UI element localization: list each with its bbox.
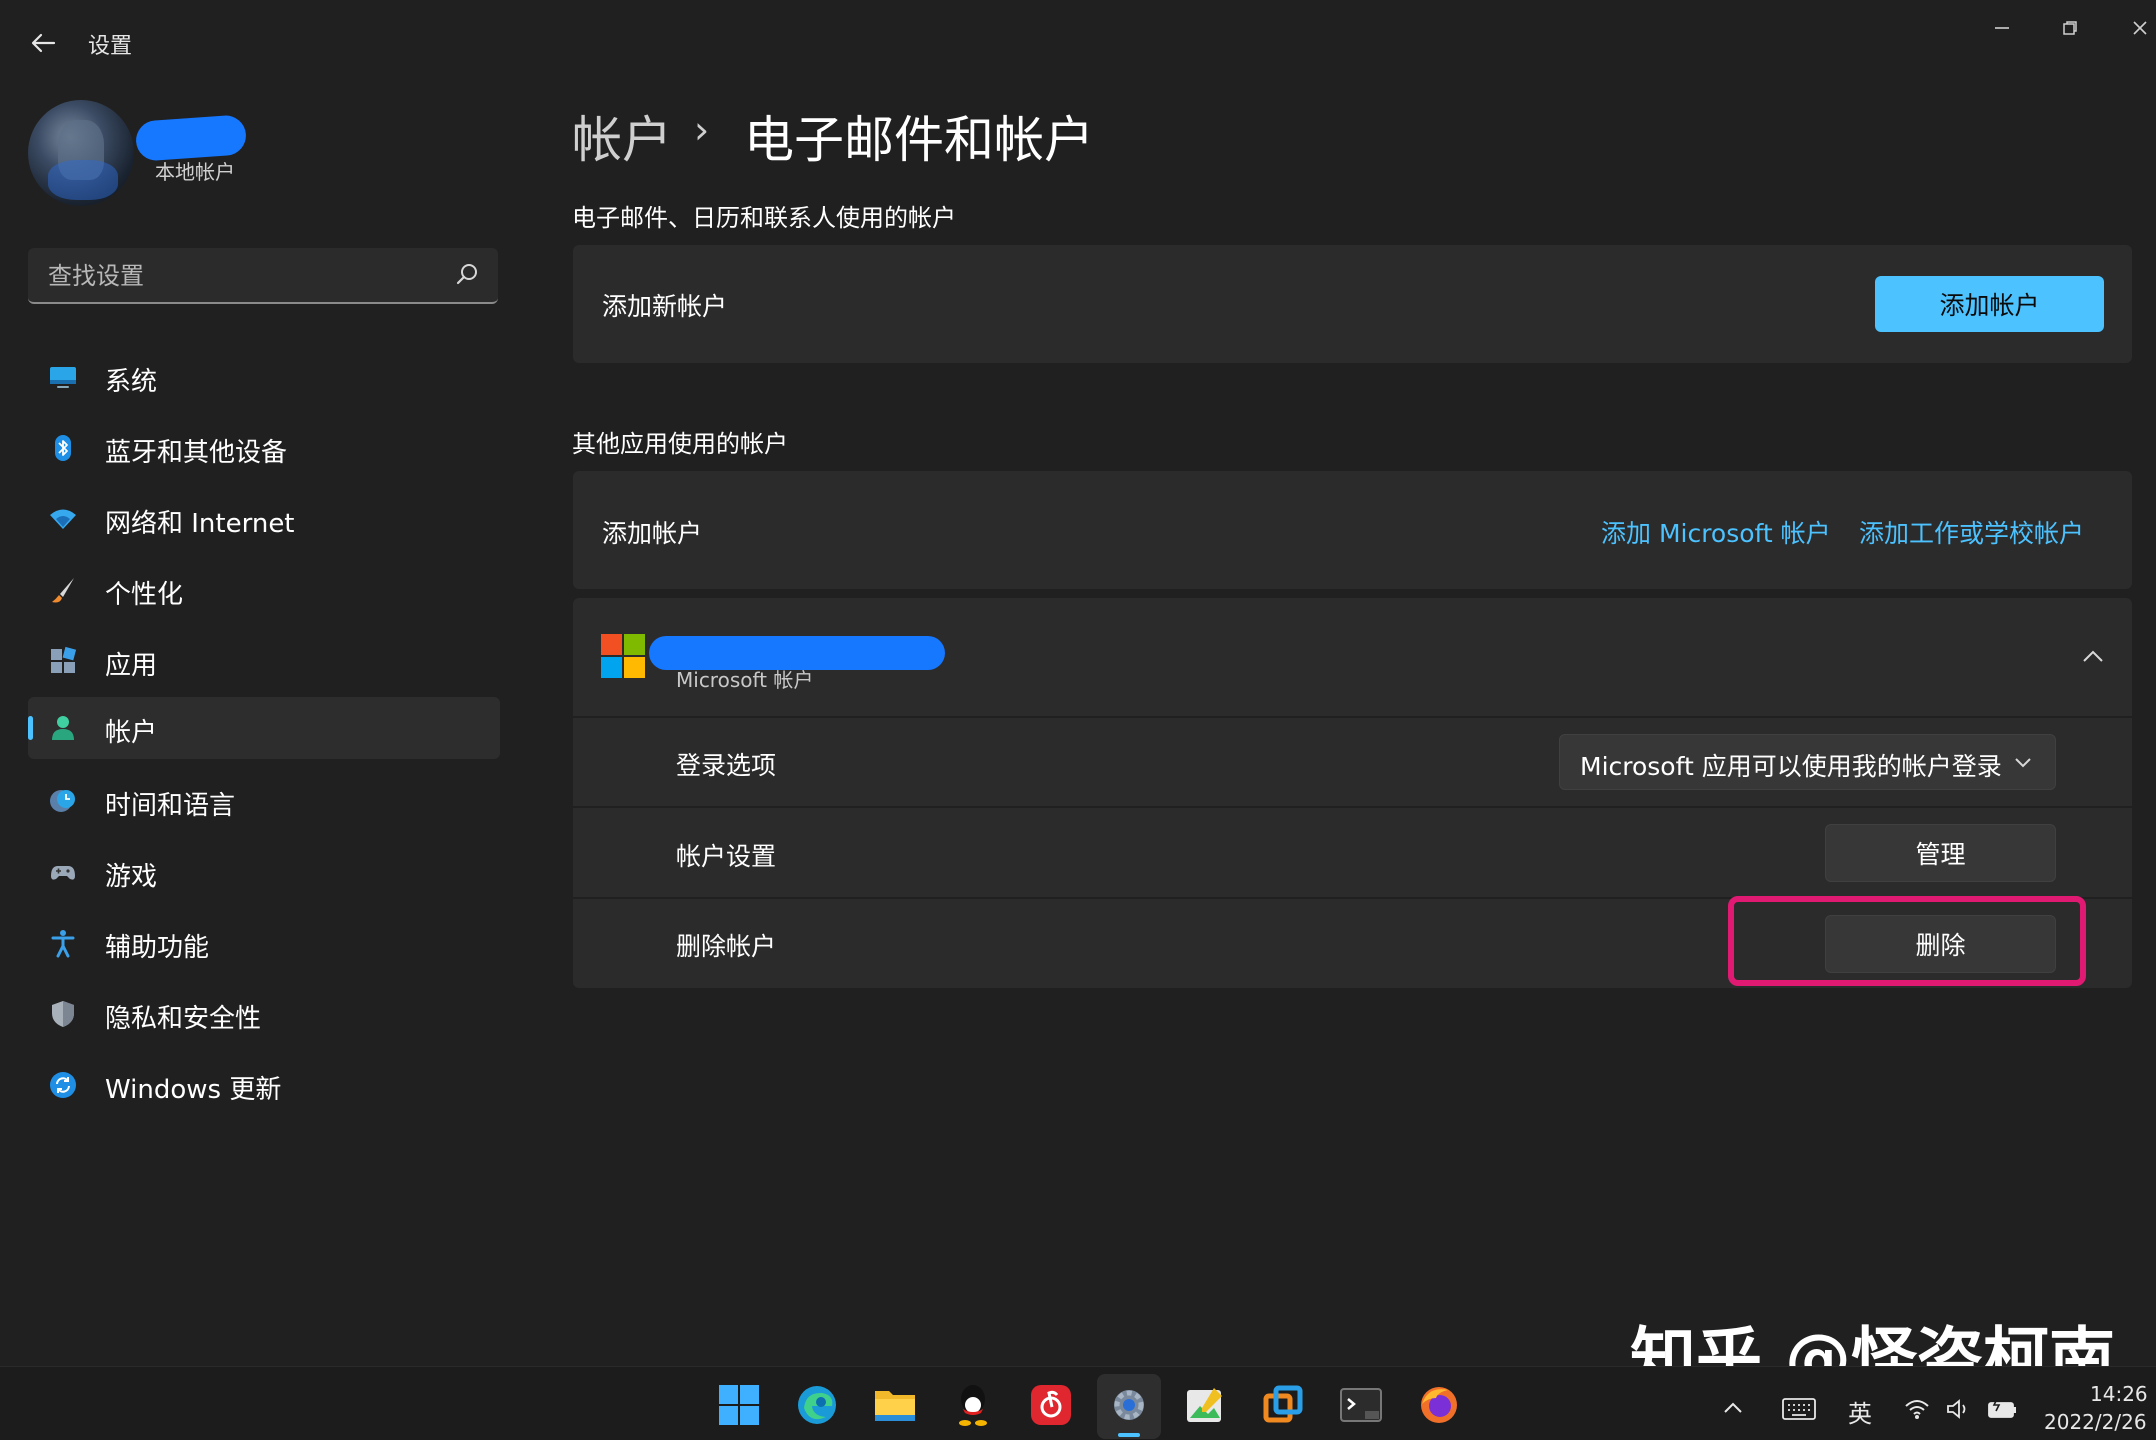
photos-icon[interactable] bbox=[1182, 1382, 1228, 1428]
divider bbox=[573, 716, 2132, 718]
active-indicator bbox=[28, 716, 33, 740]
sidebar-item-label: 帐户 bbox=[105, 718, 158, 748]
add-new-account-label: 添加新帐户 bbox=[602, 292, 728, 321]
sidebar-item-accessibility[interactable]: 辅助功能 bbox=[28, 912, 500, 974]
section-heading-email: 电子邮件、日历和联系人使用的帐户 bbox=[572, 204, 956, 232]
restore-icon[interactable] bbox=[2046, 8, 2094, 48]
settings-icon[interactable] bbox=[1106, 1382, 1152, 1428]
sidebar-item-network[interactable]: 网络和 Internet bbox=[28, 488, 500, 550]
taskbar bbox=[0, 1366, 2156, 1440]
chevron-up-icon[interactable] bbox=[2081, 648, 2105, 664]
sidebar-item-label: 隐私和安全性 bbox=[105, 1004, 262, 1034]
avatar[interactable] bbox=[28, 100, 134, 206]
windows-update-icon bbox=[50, 1072, 76, 1098]
sidebar-item-time-language[interactable]: 时间和语言 bbox=[28, 770, 500, 832]
bluetooth-icon bbox=[55, 435, 71, 461]
sidebar-item-bluetooth[interactable]: 蓝牙和其他设备 bbox=[28, 417, 500, 479]
accessibility-icon bbox=[51, 930, 75, 958]
window-title: 设置 bbox=[88, 34, 133, 59]
vmware-icon[interactable] bbox=[1260, 1382, 1306, 1428]
gamepad-icon bbox=[51, 866, 75, 880]
system-icon bbox=[50, 367, 76, 388]
wifi-icon[interactable] bbox=[1904, 1398, 1930, 1420]
sidebar-item-label: 应用 bbox=[105, 651, 158, 681]
signin-options-value: Microsoft 应用可以使用我的帐户登录 bbox=[1580, 752, 2002, 781]
account-type: 本地帐户 bbox=[155, 160, 235, 184]
taskbar-active-indicator bbox=[1118, 1433, 1140, 1437]
sidebar-item-accounts[interactable]: 帐户 bbox=[28, 697, 500, 759]
breadcrumb-parent[interactable]: 帐户 bbox=[572, 100, 672, 172]
search-input[interactable] bbox=[46, 248, 450, 304]
highlight-box bbox=[1728, 896, 2086, 986]
network-icon bbox=[50, 509, 76, 529]
signin-options-label: 登录选项 bbox=[676, 751, 777, 780]
sidebar-item-label: 个性化 bbox=[105, 580, 184, 610]
add-microsoft-account-link[interactable]: 添加 Microsoft 帐户 bbox=[1601, 514, 1831, 550]
brush-icon bbox=[52, 578, 74, 603]
sidebar-item-label: 游戏 bbox=[105, 862, 158, 892]
account-settings-label: 帐户设置 bbox=[676, 842, 777, 871]
add-new-account-card: 添加新帐户 添加帐户 bbox=[573, 245, 2132, 363]
qq-icon[interactable] bbox=[950, 1382, 996, 1428]
sidebar-item-system[interactable]: 系统 bbox=[28, 346, 500, 408]
battery-icon[interactable] bbox=[1988, 1398, 2018, 1420]
netease-music-icon[interactable] bbox=[1028, 1382, 1074, 1428]
add-account-label: 添加帐户 bbox=[602, 519, 703, 548]
sidebar-item-apps[interactable]: 应用 bbox=[28, 630, 500, 692]
sidebar-item-label: 系统 bbox=[105, 367, 158, 397]
signin-options-dropdown[interactable]: Microsoft 应用可以使用我的帐户登录 bbox=[1559, 734, 2056, 790]
chevron-up-icon[interactable] bbox=[1722, 1400, 1744, 1416]
sidebar-item-personalization[interactable]: 个性化 bbox=[28, 559, 500, 621]
sidebar-item-label: 辅助功能 bbox=[105, 933, 210, 963]
remove-account-label: 删除帐户 bbox=[676, 932, 777, 961]
apps-icon bbox=[51, 646, 77, 673]
file-explorer-icon[interactable] bbox=[872, 1382, 918, 1428]
back-arrow-icon[interactable] bbox=[28, 28, 58, 58]
breadcrumb-separator: › bbox=[694, 108, 710, 152]
sidebar-item-label: 网络和 Internet bbox=[105, 509, 295, 539]
sidebar-item-gaming[interactable]: 游戏 bbox=[28, 841, 500, 903]
clock-date[interactable]: 2022/2/26 bbox=[2044, 1410, 2147, 1434]
firefox-icon[interactable] bbox=[1416, 1382, 1462, 1428]
add-account-button[interactable]: 添加帐户 bbox=[1875, 276, 2104, 332]
search-icon[interactable] bbox=[454, 262, 480, 288]
sidebar-item-label: 蓝牙和其他设备 bbox=[105, 438, 288, 468]
edge-icon[interactable] bbox=[794, 1382, 840, 1428]
search-box[interactable] bbox=[28, 248, 498, 304]
sidebar-item-windows-update[interactable]: Windows 更新 bbox=[28, 1054, 500, 1116]
time-language-icon bbox=[50, 790, 75, 812]
volume-icon[interactable] bbox=[1946, 1398, 1972, 1420]
clock-time[interactable]: 14:26 bbox=[2090, 1382, 2148, 1406]
sidebar-item-label: 时间和语言 bbox=[105, 791, 236, 821]
add-account-card: 添加帐户 添加 Microsoft 帐户 添加工作或学校帐户 bbox=[573, 471, 2132, 589]
shield-icon bbox=[52, 1001, 74, 1027]
microsoft-logo-icon bbox=[601, 634, 645, 678]
ime-indicator[interactable]: 英 bbox=[1848, 1394, 1872, 1429]
add-work-school-account-link[interactable]: 添加工作或学校帐户 bbox=[1859, 514, 2084, 550]
redaction-mark bbox=[134, 114, 248, 162]
minimize-icon[interactable] bbox=[1978, 8, 2026, 48]
divider bbox=[573, 806, 2132, 808]
start-icon[interactable] bbox=[716, 1382, 762, 1428]
account-icon bbox=[52, 716, 74, 740]
sidebar-item-privacy[interactable]: 隐私和安全性 bbox=[28, 983, 500, 1045]
section-heading-other-apps: 其他应用使用的帐户 bbox=[572, 430, 788, 458]
chevron-down-icon bbox=[2015, 758, 2031, 768]
account-type-label: Microsoft 帐户 bbox=[676, 668, 814, 692]
page-title: 电子邮件和帐户 bbox=[744, 111, 1094, 169]
sidebar-item-label: Windows 更新 bbox=[105, 1075, 282, 1105]
keyboard-icon[interactable] bbox=[1782, 1398, 1816, 1420]
manage-button[interactable]: 管理 bbox=[1825, 824, 2056, 882]
close-icon[interactable] bbox=[2116, 8, 2156, 48]
terminal-icon[interactable] bbox=[1338, 1382, 1384, 1428]
